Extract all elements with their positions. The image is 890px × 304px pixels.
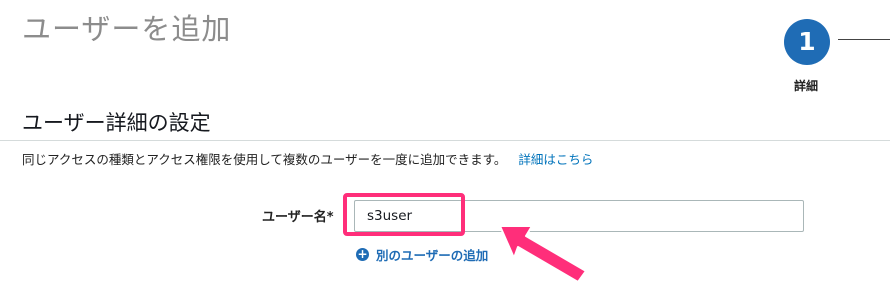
section-description: 同じアクセスの種類とアクセス権限を使用して複数のユーザーを一度に追加できます。 … — [22, 149, 593, 168]
username-input[interactable] — [354, 200, 804, 232]
username-label-text: ユーザー名 — [262, 210, 327, 225]
annotation-arrow-shape — [499, 225, 587, 283]
stepper-line — [838, 39, 890, 40]
description-text: 同じアクセスの種類とアクセス権限を使用して複数のユーザーを一度に追加できます。 — [22, 152, 507, 167]
step-1-indicator[interactable]: 1 — [784, 19, 830, 65]
section-title: ユーザー詳細の設定 — [22, 111, 211, 135]
add-another-user-link[interactable]: + 別のユーザーの追加 — [356, 245, 488, 264]
step-1-label: 詳細 — [794, 79, 819, 93]
required-mark: * — [326, 210, 334, 225]
username-label: ユーザー名* — [262, 206, 334, 225]
plus-circle-icon: + — [356, 247, 369, 261]
page-title: ユーザーを追加 — [22, 12, 232, 46]
add-another-user-label: 別のユーザーの追加 — [376, 248, 489, 263]
section-divider — [0, 140, 890, 141]
learn-more-link[interactable]: 詳細はこちら — [518, 152, 593, 167]
